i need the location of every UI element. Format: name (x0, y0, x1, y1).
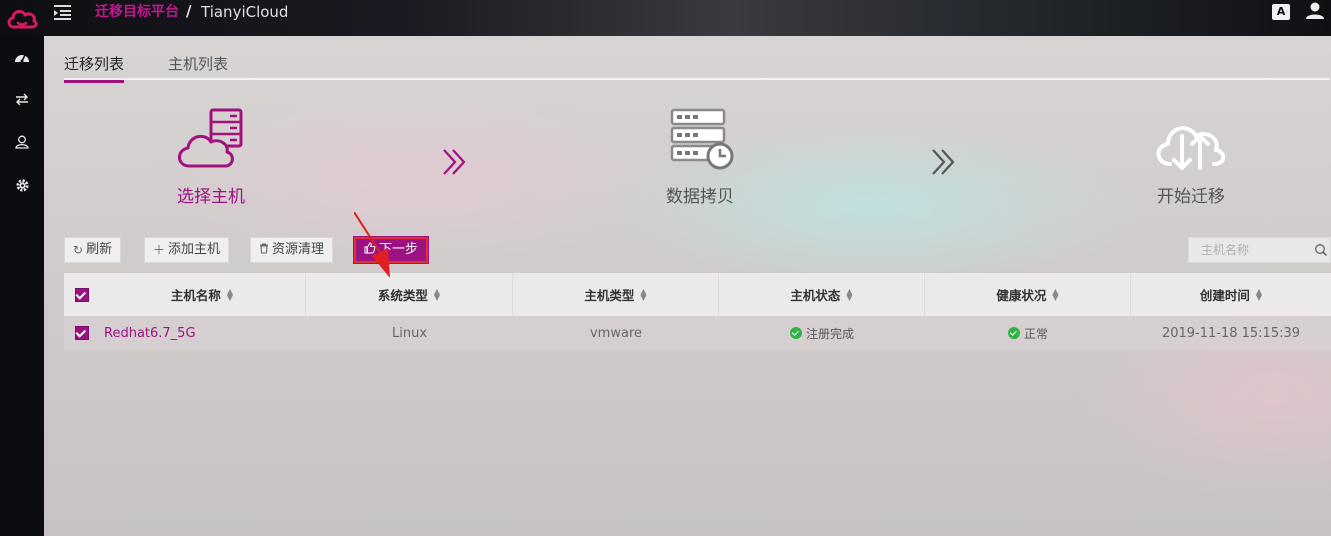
translate-icon-text: A (1276, 5, 1286, 18)
table-header: 主机名称 ▲ ▼ 系统类型 ▲ ▼ 主机类型 ▲ ▼ 主机状态 ▲ ▼ 健康状况 ▲ ▼ 创建时间 ▲… (64, 273, 1331, 316)
cell-host-status: 注册完成 (719, 316, 925, 350)
plus-icon: ＋ (153, 243, 166, 257)
refresh-icon: ↻ (73, 243, 84, 257)
step-label-select-host: 选择主机 (177, 187, 245, 207)
host-search-input[interactable] (1189, 238, 1309, 262)
next-step-label: 下一步 (379, 242, 419, 257)
add-host-label: 添加主机 (168, 242, 221, 257)
sort-icon: ▲ ▼ (1255, 286, 1263, 302)
select-all-checkbox[interactable] (74, 287, 89, 302)
column-header-host-type[interactable]: 主机类型 ▲ ▼ (513, 273, 719, 316)
dashboard-icon[interactable] (12, 47, 32, 67)
breadcrumb-cloud-name: TianyiCloud (201, 3, 289, 21)
trash-icon (259, 238, 269, 262)
resource-cleanup-label: 资源清理 (272, 242, 325, 257)
gear-icon[interactable] (12, 175, 32, 195)
chevron-double-right-icon (932, 149, 955, 175)
add-host-button[interactable]: ＋ 添加主机 (144, 237, 230, 263)
thumbs-up-icon (364, 238, 376, 262)
menu-toggle-icon[interactable] (54, 4, 74, 24)
transfer-icon[interactable] (12, 89, 32, 109)
sort-icon: ▲ ▼ (433, 286, 441, 302)
check-circle-icon (789, 327, 802, 339)
column-header-os-type[interactable]: 系统类型 ▲ ▼ (306, 273, 513, 316)
sort-icon: ▲ ▼ (640, 286, 647, 302)
user-manage-icon[interactable] (12, 132, 32, 152)
step-select-host: 选择主机 (101, 106, 321, 207)
search-icon[interactable] (1314, 243, 1328, 257)
next-step-button[interactable]: 下一步 (352, 236, 430, 264)
cell-host-type: vmware (589, 325, 642, 341)
cloud-logo-icon (7, 9, 38, 29)
column-label: 主机名称 (170, 288, 221, 303)
cell-created-time: 2019-11-18 15:15:39 (1161, 325, 1301, 341)
breadcrumb-platform[interactable]: 迁移目标平台 (95, 3, 179, 21)
cell-os-type: Linux (391, 325, 428, 341)
column-header-created-time[interactable]: 创建时间 ▲ ▼ (1131, 273, 1331, 316)
step-label-data-copy: 数据拷贝 (666, 187, 734, 207)
column-label: 系统类型 (377, 288, 428, 303)
breadcrumb-separator: / (186, 2, 192, 20)
check-circle-icon (1007, 327, 1020, 339)
cloud-sync-icon (1156, 126, 1226, 170)
column-header-host-name[interactable]: 主机名称 ▲ ▼ (99, 273, 306, 316)
chevron-double-right-icon (443, 149, 466, 175)
step-data-copy: 数据拷贝 (590, 106, 810, 207)
column-header-health[interactable]: 健康状况 ▲ ▼ (925, 273, 1131, 316)
refresh-label: 刷新 (86, 242, 113, 257)
left-sidebar (0, 36, 44, 536)
host-search-box (1188, 237, 1331, 263)
column-label: 创建时间 (1199, 288, 1250, 303)
resource-cleanup-button[interactable]: 资源清理 (250, 237, 334, 263)
step-start-migration: 开始迁移 (1081, 106, 1301, 207)
app-logo[interactable] (0, 0, 44, 36)
table-row[interactable]: Redhat6.7_5G Linux vmware 注册完成 正常 2019-1… (64, 316, 1331, 350)
main-content: 迁移列表 主机列表 选择主机 数据拷贝 开始迁移 ↻ 刷新 ＋ 添加主机 资源清… (44, 36, 1331, 536)
translate-icon[interactable]: A (1272, 4, 1290, 20)
sort-icon: ▲ ▼ (226, 286, 234, 302)
host-name-link[interactable]: Redhat6.7_5G (104, 326, 196, 341)
step-label-start-migration: 开始迁移 (1157, 187, 1225, 207)
top-bar: 迁移目标平台 / TianyiCloud A (0, 0, 1331, 36)
health-text: 正常 (1023, 326, 1048, 341)
server-clock-icon (670, 108, 734, 170)
tab-host-list[interactable]: 主机列表 (168, 53, 228, 81)
sort-icon: ▲ ▼ (846, 286, 853, 302)
select-all-cell (64, 273, 99, 316)
row-checkbox[interactable] (74, 326, 89, 340)
refresh-button[interactable]: ↻ 刷新 (64, 237, 122, 263)
host-status-text: 注册完成 (805, 326, 854, 341)
tab-bar: 迁移列表 主机列表 (64, 50, 1330, 83)
column-label: 健康状况 (996, 288, 1047, 303)
column-header-host-status[interactable]: 主机状态 ▲ ▼ (719, 273, 925, 316)
cell-host-name: Redhat6.7_5G (99, 316, 306, 350)
row-select-cell (64, 316, 99, 350)
column-label: 主机类型 (584, 288, 635, 303)
tab-migration-list[interactable]: 迁移列表 (64, 53, 125, 83)
user-icon[interactable] (1305, 2, 1325, 22)
migration-table: 主机名称 ▲ ▼ 系统类型 ▲ ▼ 主机类型 ▲ ▼ 主机状态 ▲ ▼ 健康状况 ▲ ▼ 创建时间 ▲… (64, 273, 1331, 350)
sort-icon: ▲ ▼ (1052, 286, 1059, 302)
cloud-server-icon (178, 108, 243, 168)
cell-health: 正常 (925, 316, 1131, 350)
column-label: 主机状态 (790, 288, 841, 303)
